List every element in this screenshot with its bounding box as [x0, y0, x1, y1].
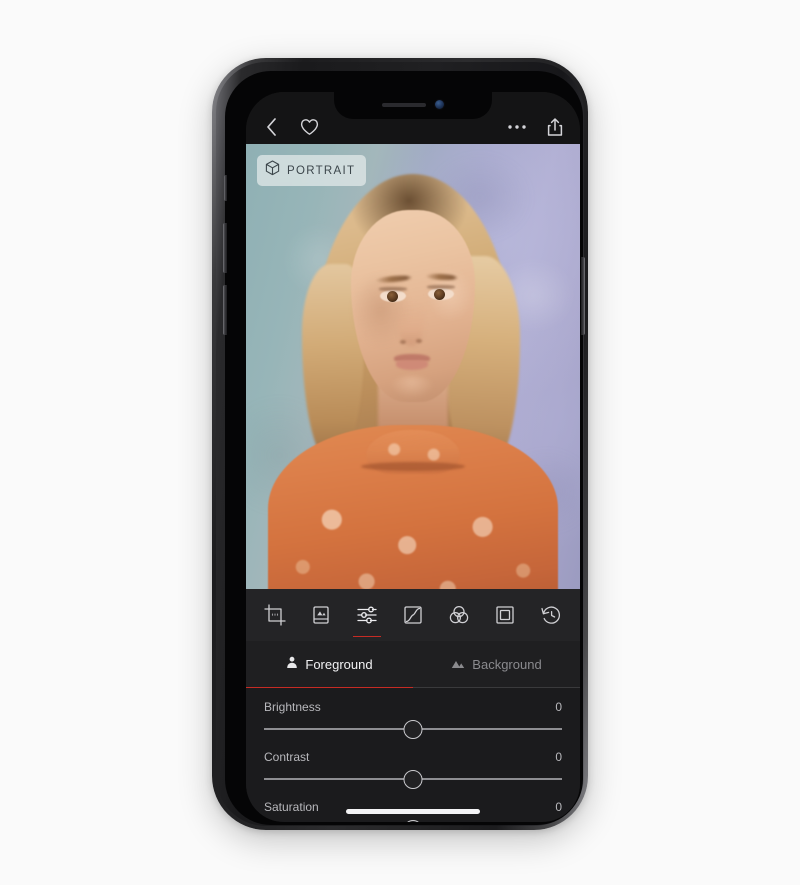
portrait-mode-badge[interactable]: PORTRAIT — [257, 155, 367, 186]
volume-down-button[interactable] — [223, 285, 227, 335]
photo-subject-iris-left — [387, 291, 398, 302]
photo-subject-chin — [390, 376, 434, 398]
tab-active-indicator — [246, 686, 413, 688]
slider-header: Contrast 0 — [264, 750, 562, 764]
slider-track-area[interactable] — [264, 720, 562, 739]
nav-left-group — [260, 116, 320, 138]
portrait-badge-label: PORTRAIT — [287, 164, 356, 177]
front-camera-icon — [435, 100, 444, 109]
slider-thumb[interactable] — [403, 770, 423, 789]
tool-crop[interactable] — [260, 603, 290, 641]
slider-value: 0 — [555, 800, 562, 814]
slider-thumb[interactable] — [403, 720, 423, 739]
cube-icon — [265, 160, 280, 181]
mask-target-tabs: Foreground Background — [246, 641, 580, 688]
photo-subject-nostril-left — [400, 340, 406, 344]
photo-subject-iris-right — [434, 289, 445, 300]
tool-history[interactable] — [536, 603, 566, 641]
edit-toolbar — [246, 589, 580, 641]
slider-label: Saturation — [264, 800, 319, 814]
tool-details[interactable] — [306, 603, 336, 641]
nav-right-group — [506, 116, 566, 138]
photo-preview[interactable]: PORTRAIT — [246, 144, 580, 589]
slider-header: Brightness 0 — [264, 700, 562, 714]
slider-brightness: Brightness 0 — [264, 700, 562, 739]
volume-up-button[interactable] — [223, 223, 227, 273]
tool-adjust[interactable] — [352, 603, 382, 641]
phone-frame-inner: PORTRAIT Foreground Background Brightnes… — [216, 62, 585, 826]
tool-color-mixer[interactable] — [444, 603, 474, 641]
device-notch — [334, 92, 492, 119]
tab-foreground[interactable]: Foreground — [246, 641, 413, 688]
chevron-left-icon[interactable] — [260, 116, 282, 138]
tab-background[interactable]: Background — [413, 641, 580, 687]
power-button[interactable] — [581, 257, 585, 335]
slider-track-area[interactable] — [264, 770, 562, 789]
slider-value: 0 — [555, 700, 562, 714]
photo-subject-eyelid-left — [379, 287, 407, 291]
mountain-icon — [451, 657, 465, 672]
slider-label: Contrast — [264, 750, 310, 764]
tool-curves[interactable] — [398, 603, 428, 641]
adjustment-slider-list: Brightness 0 Contrast 0 Saturation 0 — [246, 688, 580, 822]
earpiece-speaker-icon — [382, 102, 426, 107]
phone-screen: PORTRAIT Foreground Background Brightnes… — [246, 92, 580, 822]
heart-icon[interactable] — [298, 116, 320, 138]
slider-contrast: Contrast 0 — [264, 750, 562, 789]
ellipsis-icon[interactable] — [506, 116, 528, 138]
slider-label: Brightness — [264, 700, 321, 714]
photo-subject-collar-fold — [361, 462, 465, 471]
screenshot-canvas: PORTRAIT Foreground Background Brightnes… — [0, 0, 800, 885]
photo-subject-eyelid-right — [427, 285, 455, 289]
slider-value: 0 — [555, 750, 562, 764]
photo-subject-lower-lip — [396, 360, 428, 370]
silent-switch[interactable] — [224, 175, 227, 201]
editor-panel: Foreground Background Brightness 0 Contr… — [246, 589, 580, 822]
person-icon — [286, 656, 298, 672]
home-indicator[interactable] — [346, 809, 480, 814]
photo-subject-nostril-right — [416, 339, 422, 343]
tab-foreground-label: Foreground — [305, 656, 373, 672]
phone-device: PORTRAIT Foreground Background Brightnes… — [212, 58, 588, 830]
share-icon[interactable] — [544, 116, 566, 138]
tool-vignette[interactable] — [490, 603, 520, 641]
tab-background-label: Background — [472, 656, 542, 672]
phone-bezel: PORTRAIT Foreground Background Brightnes… — [223, 71, 585, 825]
slider-track-area[interactable] — [264, 820, 562, 822]
tool-active-indicator — [353, 635, 381, 637]
slider-thumb[interactable] — [403, 820, 423, 822]
